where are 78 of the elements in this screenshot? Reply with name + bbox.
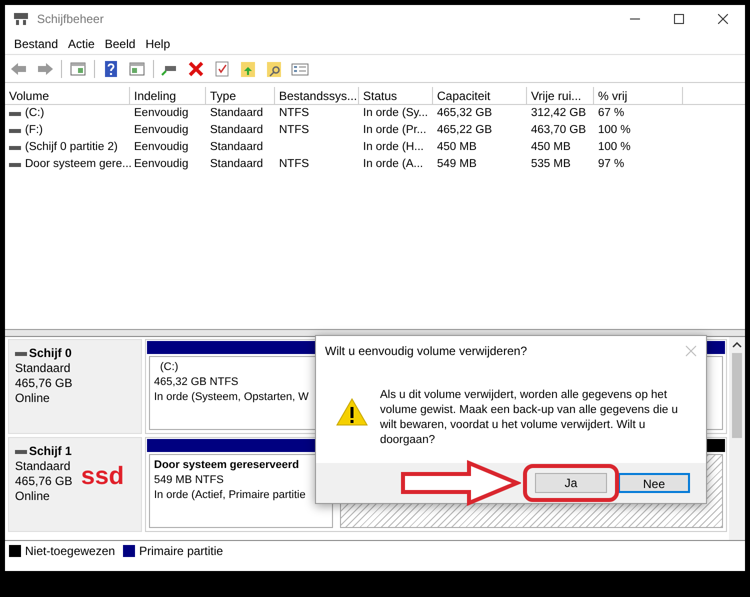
dialog-title: Wilt u eenvoudig volume verwijderen? [325,343,528,360]
table-cell-text: 463,70 GB [531,122,586,138]
drive-icon [9,110,21,116]
table-cell-text: NTFS [279,106,310,121]
warning-icon [336,398,368,426]
dialog-button[interactable]: Ja [535,473,607,493]
partition-size: 549 MB NTFS [154,473,224,488]
disk-manager-icon [13,12,29,26]
partition-size: 465,32 GB NTFS [154,375,238,390]
close-icon [718,14,728,24]
disk-info: Online [15,391,50,406]
table-cell-text: Eenvoudig [134,140,188,155]
table-cell-text: In orde (H... [363,140,424,155]
table-cell-text: (F:) [25,122,43,138]
menu-item[interactable]: Bestand [9,34,64,52]
drive-icon [9,128,21,134]
column-header[interactable]: Type [206,87,275,104]
minimize-icon [630,18,640,20]
column-header[interactable]: Status [359,87,433,104]
table-cell-text: 100 % [598,140,631,155]
window-title: Schijfbeheer [37,11,104,28]
table-cell-text: In orde (Pr... [363,122,426,138]
table-cell-text: Door systeem gere... [25,156,132,172]
table-cell-text: 97 % [598,156,624,172]
table-cell-text: 465,32 GB [437,106,492,121]
column-header[interactable]: Bestandssys... [275,87,359,104]
disk-info: 465,76 GB [15,376,72,391]
menu-item[interactable]: Help [140,34,176,52]
legend-label: Niet-toegewezen [25,543,116,560]
table-cell-text: In orde (Sy... [363,106,428,121]
partition-title: (C:) [159,360,178,375]
drive-icon [9,162,21,168]
table-cell-text: Eenvoudig [134,156,188,172]
column-header[interactable]: Volume [5,87,130,104]
disk-info: Standaard [15,361,70,376]
drive-icon [15,350,27,356]
table-cell-text: NTFS [279,122,310,138]
table-cell-text: 67 % [598,106,624,121]
partition-title: Door systeem gereserveerd [154,458,299,473]
menu-item[interactable]: Actie [63,34,100,52]
column-header[interactable]: % vrij [594,87,683,104]
menu-item[interactable]: Beeld [100,34,140,52]
table-cell-text: NTFS [279,156,310,172]
partition-status: In orde (Actief, Primaire partitie [154,488,306,503]
legend-label: Primaire partitie [139,543,224,560]
table-cell-text: Eenvoudig [134,106,188,121]
column-header[interactable]: Vrije rui... [527,87,594,104]
table-cell-text: (Schijf 0 partitie 2) [25,140,118,155]
annotation-text: ssd [81,464,124,489]
column-header[interactable]: Capaciteit [433,87,527,104]
partition-status: In orde (Systeem, Opstarten, W [154,390,309,405]
table-cell-text: Standaard [210,122,264,138]
disk-info: Standaard [15,459,70,474]
disk-info: Online [15,489,50,504]
column-header[interactable]: Indeling [130,87,206,104]
dialog-message: Als u dit volume verwijdert, worden alle gegevens op het volume gewist. Maak een back-up van alle gegevens die u wilt bewaren, voordat u het volume verwijdert. Wilt u doorgaan? [380,388,679,448]
table-cell-text: 450 MB [437,140,477,155]
table-cell-text: (C:) [25,106,44,121]
table-cell-text: 465,22 GB [437,122,492,138]
drive-icon [15,448,27,454]
dialog-button[interactable]: Nee [618,473,690,493]
maximize-icon [674,14,684,24]
table-cell-text: 100 % [598,122,631,138]
disk-name: Schijf 1 [29,444,72,459]
table-cell-text: Standaard [210,156,264,172]
table-cell-text: Standaard [210,106,264,121]
table-cell-text: Eenvoudig [134,122,188,138]
table-cell-text: Standaard [210,140,264,155]
drive-icon [9,144,21,150]
disk-name: Schijf 0 [29,346,72,361]
table-cell-text: In orde (A... [363,156,424,172]
table-cell-text: 450 MB [531,140,571,155]
disk-info: 465,76 GB [15,474,72,489]
scrollbar[interactable] [729,337,745,540]
table-cell-text: 312,42 GB [531,106,586,121]
table-cell-text: 535 MB [531,156,571,172]
scroll-up-icon [732,341,742,349]
table-cell-text: 549 MB [437,156,477,172]
